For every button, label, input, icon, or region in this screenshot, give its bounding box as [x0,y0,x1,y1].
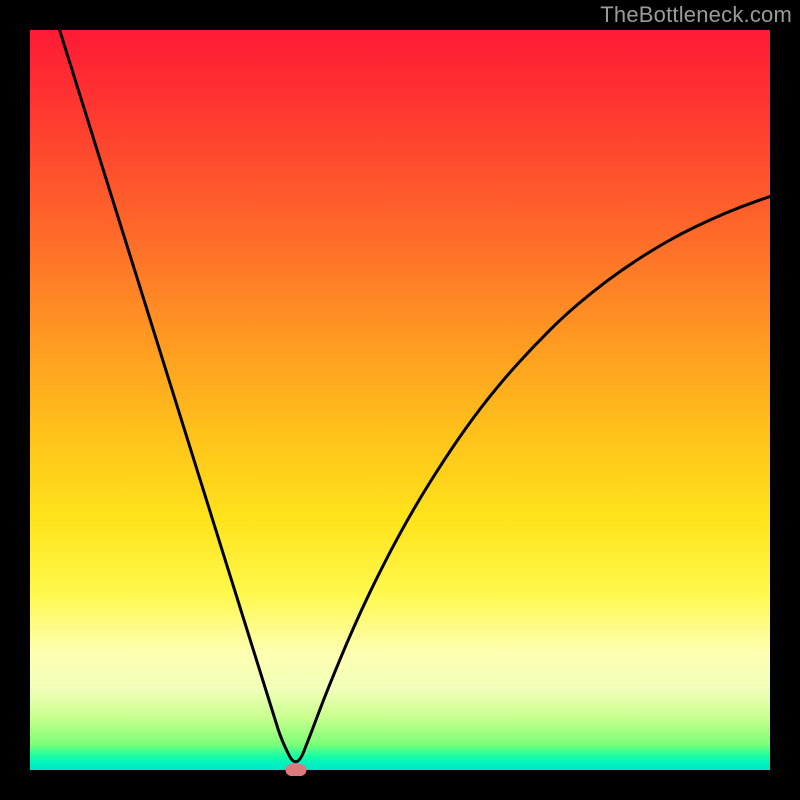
bottleneck-curve [30,30,770,770]
optimum-marker [286,764,307,776]
plot-area [30,30,770,770]
watermark-text: TheBottleneck.com [600,2,792,28]
chart-frame: TheBottleneck.com [0,0,800,800]
